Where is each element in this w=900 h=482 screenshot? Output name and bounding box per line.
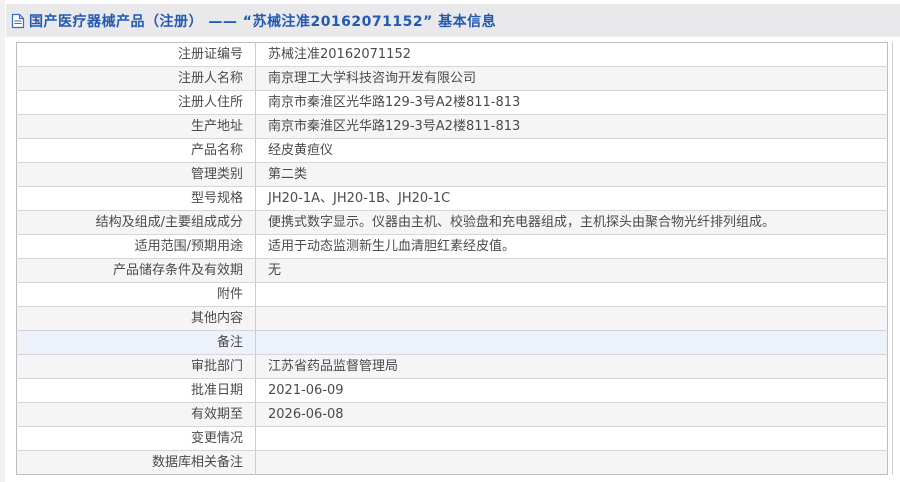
window-edge-strip	[0, 0, 5, 482]
row-value: 江苏省药品监督管理局	[255, 354, 888, 379]
table-row: 附件	[16, 282, 888, 307]
table-row: 变更情况	[16, 426, 888, 451]
row-label: 产品储存条件及有效期	[16, 258, 256, 283]
table-row: 生产地址 南京市秦淮区光华路129-3号A2楼811-813	[16, 114, 888, 139]
row-value: 苏械注准20162071152	[255, 42, 888, 67]
row-label: 注册证编号	[16, 42, 256, 67]
row-label: 备注	[16, 330, 256, 355]
row-value: JH20-1A、JH20-1B、JH20-1C	[255, 186, 888, 211]
table-row: 有效期至 2026-06-08	[16, 402, 888, 427]
row-value: 无	[255, 258, 888, 283]
row-value	[255, 330, 888, 355]
table-row: 其他内容	[16, 306, 888, 331]
row-value: 南京理工大学科技咨询开发有限公司	[255, 66, 888, 91]
table-row: 结构及组成/主要组成成分 便携式数字显示。仪器由主机、校验盘和充电器组成，主机探头…	[16, 210, 888, 235]
info-table-container: 注册证编号 苏械注准20162071152 注册人名称 南京理工大学科技咨询开发有限公…	[16, 42, 893, 475]
row-value: 2026-06-08	[255, 402, 888, 427]
row-value: 便携式数字显示。仪器由主机、校验盘和充电器组成，主机探头由聚合物光纤排列组成。	[255, 210, 888, 235]
row-value: 经皮黄疸仪	[255, 138, 888, 163]
row-label: 注册人住所	[16, 90, 256, 115]
row-label: 数据库相关备注	[16, 450, 256, 475]
page-title: 国产医疗器械产品（注册） —— “苏械注准20162071152” 基本信息	[29, 13, 497, 30]
info-table: 注册证编号 苏械注准20162071152 注册人名称 南京理工大学科技咨询开发有限公…	[16, 42, 888, 475]
row-label: 产品名称	[16, 138, 256, 163]
table-row: 产品储存条件及有效期无	[16, 258, 888, 283]
row-label: 型号规格	[16, 186, 256, 211]
row-label: 适用范围/预期用途	[16, 234, 256, 259]
row-label: 审批部门	[16, 354, 256, 379]
table-row: 审批部门 江苏省药品监督管理局	[16, 354, 888, 379]
row-value: 2021-06-09	[255, 378, 888, 403]
table-row: 注册人名称 南京理工大学科技咨询开发有限公司	[16, 66, 888, 91]
row-label: 附件	[16, 282, 256, 307]
table-row: 管理类别 第二类	[16, 162, 888, 187]
row-label: 其他内容	[16, 306, 256, 331]
row-label: 注册人名称	[16, 66, 256, 91]
row-label: 生产地址	[16, 114, 256, 139]
document-icon	[11, 13, 25, 29]
row-value: 第二类	[255, 162, 888, 187]
table-row: 注册证编号 苏械注准20162071152	[16, 42, 888, 67]
row-value	[255, 306, 888, 331]
table-row: 注册人住所 南京市秦淮区光华路129-3号A2楼811-813	[16, 90, 888, 115]
table-row: 批准日期 2021-06-09	[16, 378, 888, 403]
row-value: 适用于动态监测新生儿血清胆红素经皮值。	[255, 234, 888, 259]
table-row: 产品名称 经皮黄疸仪	[16, 138, 888, 163]
row-value	[255, 282, 888, 307]
row-label: 变更情况	[16, 426, 256, 451]
row-label: 结构及组成/主要组成成分	[16, 210, 256, 235]
table-row: 备注	[16, 330, 888, 355]
row-value: 南京市秦淮区光华路129-3号A2楼811-813	[255, 114, 888, 139]
table-row: 型号规格 JH20-1A、JH20-1B、JH20-1C	[16, 186, 888, 211]
row-value	[255, 426, 888, 451]
row-value: 南京市秦淮区光华路129-3号A2楼811-813	[255, 90, 888, 115]
row-label: 管理类别	[16, 162, 256, 187]
row-value	[255, 450, 888, 475]
table-row: 数据库相关备注	[16, 450, 888, 475]
table-row: 适用范围/预期用途 适用于动态监测新生儿血清胆红素经皮值。	[16, 234, 888, 259]
row-label: 批准日期	[16, 378, 256, 403]
page-header-bar: 国产医疗器械产品（注册） —— “苏械注准20162071152” 基本信息	[6, 4, 900, 37]
row-label: 有效期至	[16, 402, 256, 427]
info-table-body: 注册证编号 苏械注准20162071152 注册人名称 南京理工大学科技咨询开发有限公…	[16, 42, 888, 475]
